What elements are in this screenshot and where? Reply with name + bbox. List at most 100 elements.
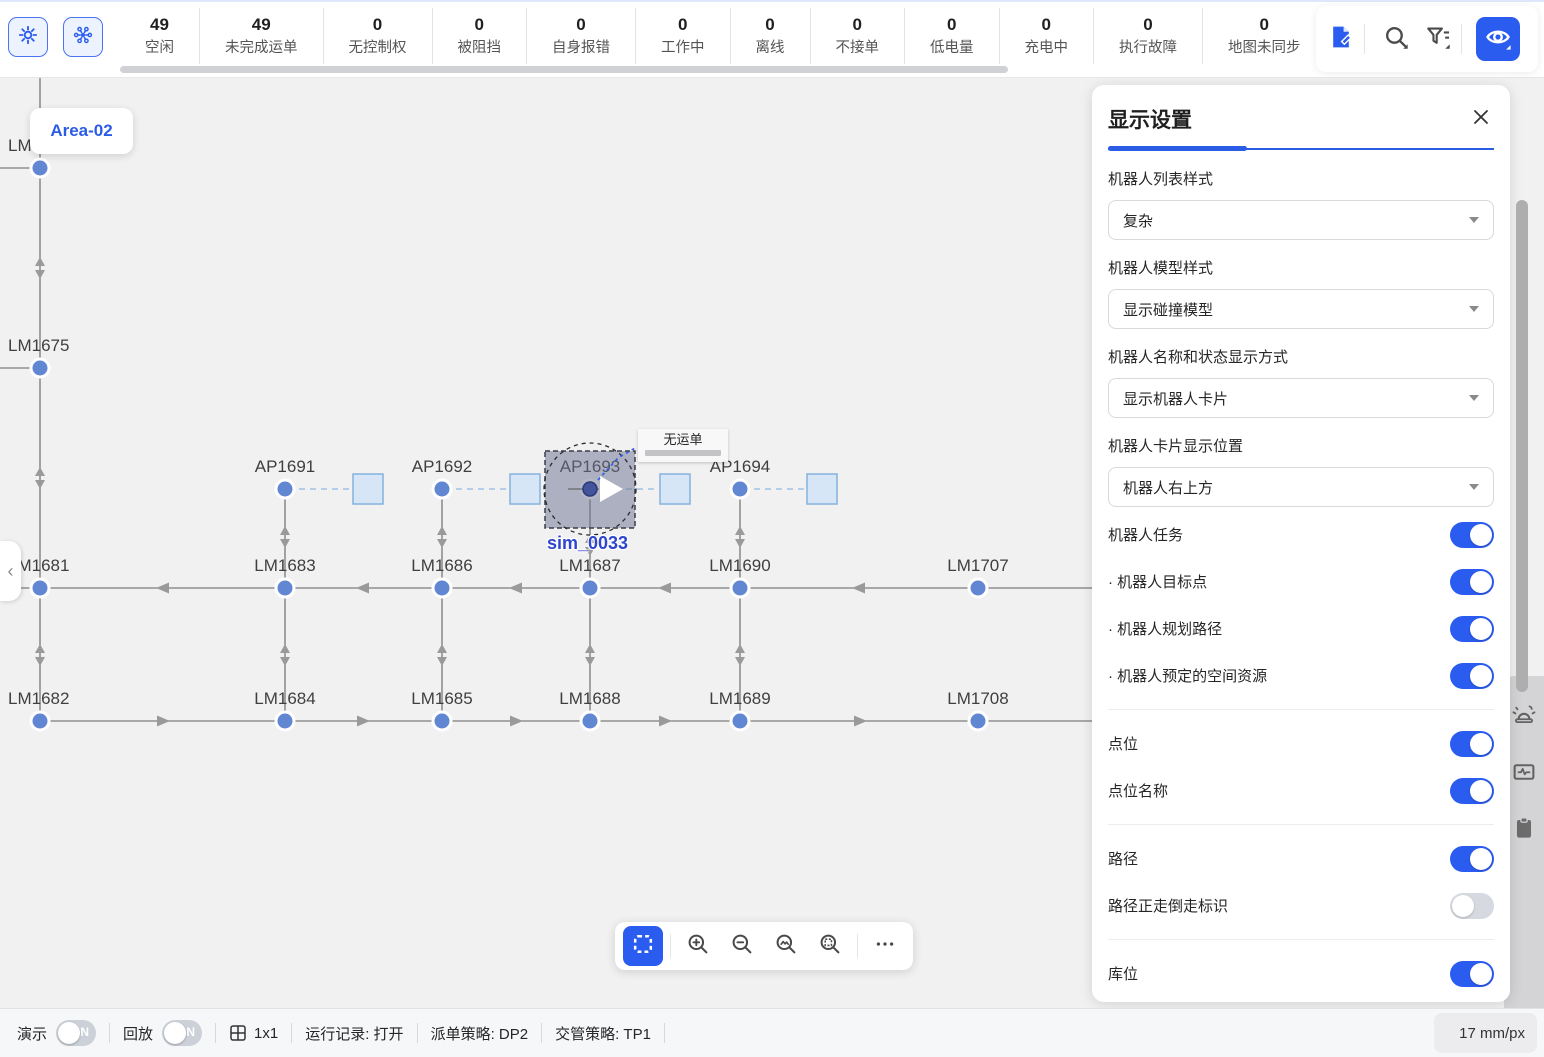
- map-node-LM1708[interactable]: [969, 712, 987, 730]
- chevron-down-icon: [1469, 395, 1479, 401]
- collapse-left-panel-handle[interactable]: ‹: [0, 541, 21, 601]
- select-2[interactable]: 显示机器人卡片: [1108, 378, 1494, 418]
- divider: [1108, 824, 1494, 825]
- settings-button[interactable]: [8, 17, 48, 57]
- status-counter-地图未同步[interactable]: 0地图未同步: [1202, 8, 1316, 64]
- status-label: 低电量: [930, 38, 974, 58]
- toggle-knob: [1452, 895, 1474, 917]
- arrow-left-icon: [509, 583, 522, 594]
- status-label: 自身报错: [552, 38, 610, 58]
- map-node-LM1685[interactable]: [433, 712, 451, 730]
- zoom-region-button[interactable]: [810, 926, 850, 966]
- close-button[interactable]: [1468, 106, 1494, 132]
- edit-map-button[interactable]: [1324, 22, 1358, 56]
- select-1[interactable]: 显示碰撞模型: [1108, 289, 1494, 329]
- panel-title: 显示设置: [1108, 104, 1192, 134]
- robot-order-status: 无运单: [638, 432, 728, 447]
- status-counter-离线[interactable]: 0离线: [730, 8, 810, 64]
- status-counter-不接单[interactable]: 0不接单: [810, 8, 905, 64]
- search-button[interactable]: [1379, 22, 1413, 56]
- status-counter-未完成运单[interactable]: 49未完成运单: [199, 8, 323, 64]
- toggle-机器人任务[interactable]: [1450, 522, 1494, 548]
- zoom-in-button[interactable]: [678, 926, 718, 966]
- map-node-LM1707[interactable]: [969, 579, 987, 597]
- toggle-· 机器人目标点[interactable]: [1450, 569, 1494, 595]
- replay-toggle[interactable]: N: [162, 1020, 202, 1046]
- status-label: 被阻挡: [458, 38, 502, 58]
- map-node-LM1684[interactable]: [276, 712, 294, 730]
- status-label: 无控制权: [349, 38, 407, 58]
- map-zoom-toolbar: [615, 922, 913, 970]
- panel-scrollbar[interactable]: [1516, 200, 1528, 692]
- toggle-点位名称[interactable]: [1450, 778, 1494, 804]
- more-button[interactable]: [865, 926, 905, 966]
- select-3[interactable]: 机器人右上方: [1108, 467, 1494, 507]
- node-label: AP1691: [255, 457, 316, 476]
- alarm-button[interactable]: [1506, 700, 1542, 736]
- node-label: LM1682: [8, 689, 69, 708]
- status-label: 空闲: [145, 38, 174, 58]
- map-node-LM1687[interactable]: [581, 579, 599, 597]
- status-counter-自身报错[interactable]: 0自身报错: [526, 8, 635, 64]
- monitor-button[interactable]: [1506, 756, 1542, 792]
- toggle-knob: [1470, 963, 1492, 985]
- map-node-AP1694[interactable]: [731, 480, 749, 498]
- toggle-· 机器人预定的空间资源[interactable]: [1450, 663, 1494, 689]
- map-node-LM1689[interactable]: [731, 712, 749, 730]
- map-node-LM1690[interactable]: [731, 579, 749, 597]
- toggle-路径[interactable]: [1450, 846, 1494, 872]
- dock-square[interactable]: [660, 474, 690, 504]
- toggle-knob: [1470, 665, 1492, 687]
- toggle-knob: [58, 1022, 80, 1044]
- run-record-item[interactable]: 运行记录: 打开: [305, 1023, 403, 1044]
- map-node-LM1688[interactable]: [581, 712, 599, 730]
- map-node-LM1675[interactable]: [31, 359, 49, 377]
- display-settings-button[interactable]: [1476, 17, 1520, 61]
- marquee-select-button[interactable]: [623, 926, 663, 966]
- map-node-LM1683[interactable]: [276, 579, 294, 597]
- status-counter-低电量[interactable]: 0低电量: [904, 8, 999, 64]
- status-counter-工作中[interactable]: 0工作中: [635, 8, 730, 64]
- map-node-LM1682[interactable]: [31, 712, 49, 730]
- map-node-LM1681[interactable]: [31, 579, 49, 597]
- toggle-点位[interactable]: [1450, 731, 1494, 757]
- display-settings-panel: 显示设置 机器人列表样式 复杂机器人模型样式 显示碰撞模型机器人名称和状态显示方…: [1092, 85, 1510, 1002]
- status-counter-无控制权[interactable]: 0无控制权: [323, 8, 432, 64]
- map-node-AP1692[interactable]: [433, 480, 451, 498]
- divider: [1461, 24, 1462, 54]
- toggle-路径正走倒走标识[interactable]: [1450, 893, 1494, 919]
- dock-square[interactable]: [510, 474, 540, 504]
- map-node-AP1691[interactable]: [276, 480, 294, 498]
- marquee-select-icon: [631, 932, 655, 961]
- monitor-icon: [1511, 759, 1537, 790]
- zoom-fit-icon: [774, 932, 798, 961]
- grid-layout-button[interactable]: 1x1: [229, 1024, 278, 1042]
- toggle-· 机器人规划路径[interactable]: [1450, 616, 1494, 642]
- dispatch-strategy-item[interactable]: 派单策略: DP2: [431, 1023, 529, 1044]
- dock-square[interactable]: [807, 474, 837, 504]
- filter-button[interactable]: [1421, 22, 1455, 56]
- map-node-LM[interactable]: [31, 159, 49, 177]
- status-label: 地图未同步: [1228, 38, 1301, 58]
- robot-tooltip-card: 无运单: [638, 429, 728, 462]
- map-node-LM1686[interactable]: [433, 579, 451, 597]
- toggle-库位[interactable]: [1450, 961, 1494, 987]
- status-count: 0: [475, 14, 484, 36]
- select-0[interactable]: 复杂: [1108, 200, 1494, 240]
- panel-tab-indicator: [1108, 146, 1494, 151]
- status-count: 0: [678, 14, 687, 36]
- traffic-strategy-item[interactable]: 交管策略: TP1: [555, 1023, 651, 1044]
- dock-square[interactable]: [353, 474, 383, 504]
- arrow-right-icon: [510, 716, 523, 727]
- zoom-fit-button[interactable]: [766, 926, 806, 966]
- demo-toggle[interactable]: N: [56, 1020, 96, 1046]
- status-counter-执行故障[interactable]: 0执行故障: [1093, 8, 1202, 64]
- status-counter-空闲[interactable]: 49空闲: [120, 8, 199, 64]
- zoom-out-button[interactable]: [722, 926, 762, 966]
- status-counter-被阻挡[interactable]: 0被阻挡: [432, 8, 527, 64]
- status-counter-充电中[interactable]: 0充电中: [999, 8, 1094, 64]
- area-badge[interactable]: Area-02: [30, 108, 133, 154]
- status-scrollbar[interactable]: [120, 66, 1008, 73]
- clipboard-button[interactable]: [1506, 812, 1542, 848]
- network-button[interactable]: [63, 17, 103, 57]
